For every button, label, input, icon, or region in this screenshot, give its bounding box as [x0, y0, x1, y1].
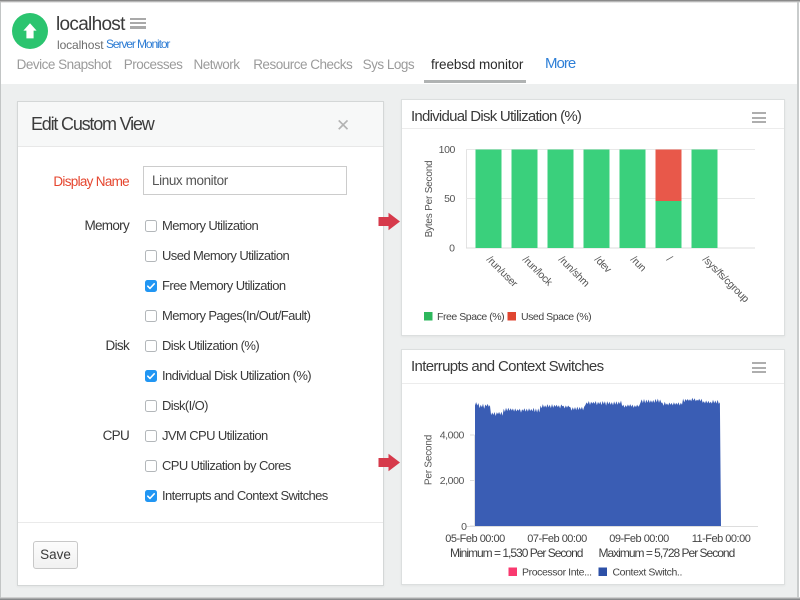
svg-text:07-Feb 00:00: 07-Feb 00:00	[527, 533, 587, 545]
svg-text:Bytes Per Second: Bytes Per Second	[424, 161, 435, 238]
svg-text:Per Second: Per Second	[424, 435, 435, 485]
svg-text:/run/user: /run/user	[484, 254, 520, 290]
svg-text:/run/shm: /run/shm	[556, 254, 592, 290]
svg-text:0: 0	[461, 521, 467, 533]
svg-text:Maximum = 5,728 Per Second: Maximum = 5,728 Per Second	[599, 546, 735, 560]
svg-text:0: 0	[449, 243, 455, 255]
svg-text:/: /	[664, 254, 675, 265]
svg-text:05-Feb 00:00: 05-Feb 00:00	[445, 533, 505, 545]
svg-text:/dev: /dev	[592, 254, 614, 276]
svg-text:Free Space (%): Free Space (%)	[437, 311, 504, 323]
svg-text:09-Feb 00:00: 09-Feb 00:00	[609, 533, 669, 545]
svg-text:100: 100	[439, 144, 456, 156]
svg-text:/sys/fs/cgroup: /sys/fs/cgroup	[700, 254, 752, 306]
svg-text:11-Feb 00:00: 11-Feb 00:00	[692, 533, 751, 545]
svg-text:4,000: 4,000	[440, 430, 465, 442]
svg-text:Used Space (%): Used Space (%)	[521, 311, 591, 323]
svg-text:Context Switch..: Context Switch..	[613, 567, 682, 579]
svg-text:2,000: 2,000	[440, 475, 465, 487]
svg-text:/run: /run	[628, 254, 649, 275]
svg-text:Processor Inte...: Processor Inte...	[522, 567, 592, 579]
svg-text:/run/lock: /run/lock	[520, 254, 555, 289]
svg-text:50: 50	[444, 193, 455, 205]
svg-text:Minimum = 1,530 Per Second: Minimum = 1,530 Per Second	[450, 546, 583, 560]
